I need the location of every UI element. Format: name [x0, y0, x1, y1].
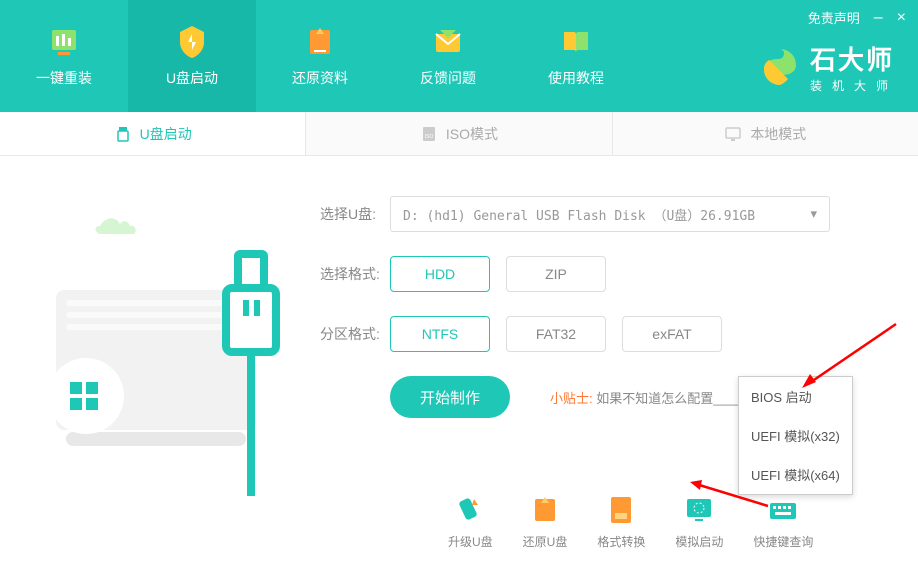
bottom-tools: 升级U盘 还原U盘 格式转换 模拟启动 快捷键查询: [448, 495, 813, 550]
usb-select-value: D: (hd1) General USB Flash Disk （U盘）26.9…: [403, 205, 755, 224]
nav-label: 还原资料: [292, 68, 348, 88]
format-hdd-button[interactable]: HDD: [390, 256, 490, 292]
convert-icon: [605, 495, 637, 525]
nav-feedback[interactable]: 反馈问题: [384, 0, 512, 112]
simulate-icon: [683, 495, 715, 525]
brand-title: 石大师: [810, 40, 898, 77]
usb-select[interactable]: D: (hd1) General USB Flash Disk （U盘）26.9…: [390, 196, 830, 232]
monitor-icon: [46, 24, 82, 60]
shield-usb-icon: [174, 24, 210, 60]
popup-uefi-x32[interactable]: UEFI 模拟(x32): [739, 416, 852, 455]
local-icon: [724, 125, 742, 143]
header: 一键重装 U盘启动 还原资料 反馈问题 使用教程 免责声明: [0, 0, 918, 112]
upgrade-icon: [454, 495, 486, 525]
tip-label: 小贴士:: [550, 391, 593, 406]
tool-upgrade-usb[interactable]: 升级U盘: [448, 495, 493, 550]
partition-fat32-button[interactable]: FAT32: [506, 316, 606, 352]
tool-label: 快捷键查询: [753, 533, 813, 550]
nav-label: 一键重装: [36, 68, 92, 88]
brand-subtitle: 装机大师: [810, 77, 898, 94]
popup-bios[interactable]: BIOS 启动: [739, 377, 852, 416]
tab-iso[interactable]: ISO ISO模式: [306, 112, 612, 155]
keyboard-icon: [767, 495, 799, 525]
restore-icon: [302, 24, 338, 60]
popup-uefi-x64[interactable]: UEFI 模拟(x64): [739, 455, 852, 494]
chevron-down-icon: ▾: [810, 206, 817, 222]
partition-label: 分区格式:: [320, 324, 390, 344]
nav-usb-boot[interactable]: U盘启动: [128, 0, 256, 112]
format-zip-button[interactable]: ZIP: [506, 256, 606, 292]
tabs: U盘启动 ISO ISO模式 本地模式: [0, 112, 918, 156]
usb-icon: [114, 125, 132, 143]
tool-label: 升级U盘: [448, 533, 493, 550]
nav-label: 反馈问题: [420, 68, 476, 88]
feedback-icon: [430, 24, 466, 60]
tab-label: ISO模式: [446, 124, 498, 144]
brand: 石大师 装机大师: [758, 40, 898, 94]
tutorial-icon: [558, 24, 594, 60]
close-button[interactable]: ×: [897, 9, 906, 27]
tool-hotkey-query[interactable]: 快捷键查询: [753, 495, 813, 550]
partition-exfat-button[interactable]: exFAT: [622, 316, 722, 352]
iso-icon: ISO: [420, 125, 438, 143]
tab-local[interactable]: 本地模式: [613, 112, 918, 155]
tab-label: U盘启动: [140, 124, 192, 144]
tool-restore-usb[interactable]: 还原U盘: [523, 495, 568, 550]
tab-usb-boot[interactable]: U盘启动: [0, 112, 306, 155]
nav-label: U盘启动: [166, 68, 218, 88]
tool-label: 还原U盘: [523, 533, 568, 550]
tool-label: 格式转换: [597, 533, 645, 550]
tool-label: 模拟启动: [675, 533, 723, 550]
usb-illustration: [30, 196, 290, 476]
nav-tutorial[interactable]: 使用教程: [512, 0, 640, 112]
partition-ntfs-button[interactable]: NTFS: [390, 316, 490, 352]
brand-logo-icon: [758, 45, 802, 89]
start-button[interactable]: 开始制作: [390, 376, 510, 418]
usb-select-label: 选择U盘:: [320, 204, 390, 224]
nav-restore[interactable]: 还原资料: [256, 0, 384, 112]
restore-usb-icon: [529, 495, 561, 525]
nav-reinstall[interactable]: 一键重装: [0, 0, 128, 112]
boot-mode-popup: BIOS 启动 UEFI 模拟(x32) UEFI 模拟(x64): [738, 376, 853, 495]
title-bar: 免责声明 – ×: [808, 8, 906, 27]
tool-simulate-boot[interactable]: 模拟启动: [675, 495, 723, 550]
tool-convert-format[interactable]: 格式转换: [597, 495, 645, 550]
disclaimer-link[interactable]: 免责声明: [808, 8, 860, 27]
svg-text:ISO: ISO: [425, 134, 434, 140]
nav-label: 使用教程: [548, 68, 604, 88]
tab-label: 本地模式: [750, 124, 806, 144]
minimize-button[interactable]: –: [874, 9, 883, 27]
format-label: 选择格式:: [320, 264, 390, 284]
